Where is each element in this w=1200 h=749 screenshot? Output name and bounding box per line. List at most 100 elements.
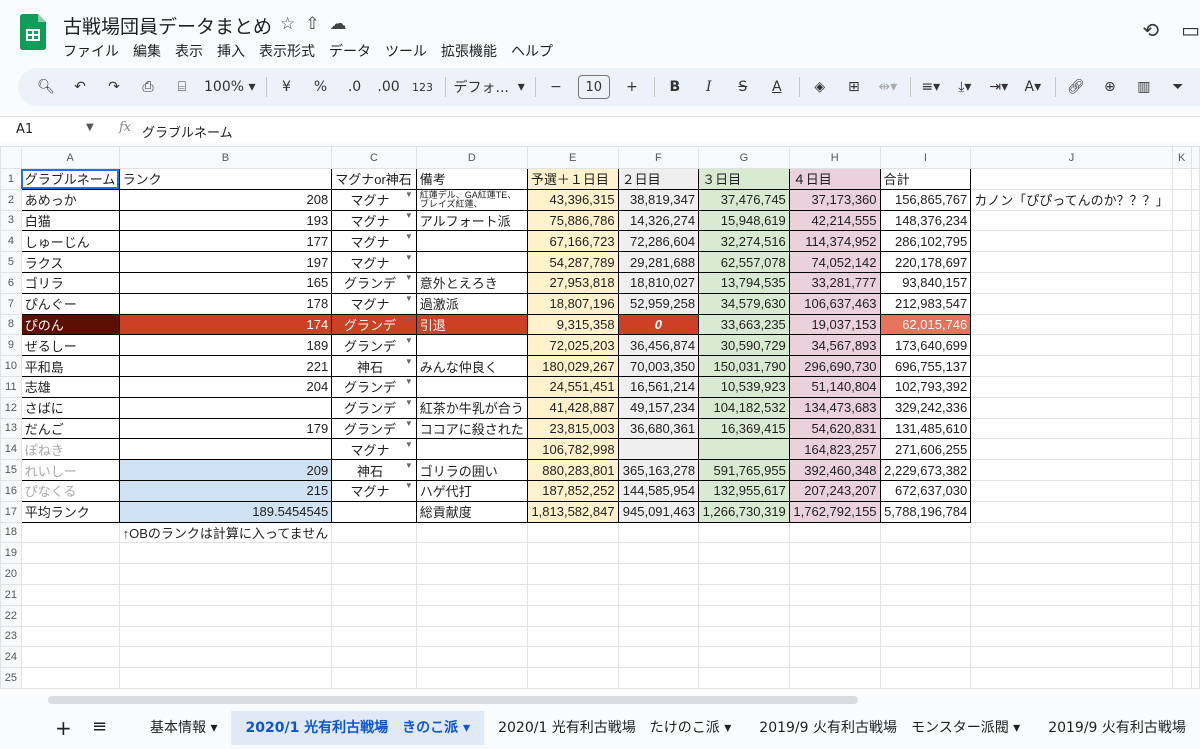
cell-d10[interactable]: みんな仲良く [415,355,528,377]
cell-e9[interactable]: 72,025,203 [526,334,619,357]
print-icon[interactable]: ⎙ [136,73,160,101]
font-select[interactable]: デフォ... ▾ [454,73,525,101]
empty-cell[interactable] [118,563,333,585]
cell-e3[interactable]: 75,886,786 [526,209,619,232]
cell-j8[interactable] [970,313,1173,336]
empty-cell[interactable] [526,604,619,627]
empty-cell[interactable] [970,542,1173,565]
cell-d2[interactable]: 紅蓮デル、GA紅蓮TE、ブレイズ紅蓮、 [415,188,528,211]
cell-g4[interactable]: 32,274,516 [698,230,790,253]
cell-b10[interactable]: 221 [118,355,333,377]
menu-help[interactable]: ヘルプ [511,41,553,61]
cell-d18[interactable] [415,521,528,544]
cell-e6[interactable]: 27,953,818 [526,271,619,294]
cell-i9[interactable]: 173,640,699 [879,334,972,357]
strikethrough-icon[interactable]: S [731,73,755,101]
cell-d16[interactable]: ハゲ代打 [415,479,528,502]
cell-i3[interactable]: 148,376,234 [879,209,972,232]
chip-dropdown-icon[interactable]: ▼ [405,211,413,220]
row-header[interactable]: 25 [0,667,22,689]
decrease-decimal-button[interactable]: .0 [343,73,367,101]
cell-i11[interactable]: 102,793,392 [879,375,972,398]
cell-f9[interactable]: 36,456,874 [617,334,700,357]
cell-f4[interactable]: 72,286,604 [617,230,700,253]
cell-f3[interactable]: 14,326,274 [617,209,700,232]
empty-cell[interactable] [879,604,972,627]
sheet-tab-menu-icon[interactable]: ▾ [206,720,217,736]
empty-cell[interactable] [788,604,881,627]
empty-cell[interactable] [526,542,619,565]
menu-data[interactable]: データ [329,41,371,61]
cell-g8[interactable]: 33,663,235 [698,313,790,336]
cell-b12[interactable] [118,396,333,419]
cell-c2[interactable]: マグナ ▼ [331,188,417,211]
sheet-tab[interactable]: 基本情報 ▾ [136,711,231,745]
row-header[interactable]: 3 [0,209,22,232]
empty-cell[interactable] [1171,646,1192,669]
empty-cell[interactable] [698,542,790,565]
cell-k18[interactable] [1171,521,1192,544]
insert-chart-icon[interactable]: ▥ [1132,73,1156,101]
cell-b7[interactable]: 178 [118,292,333,315]
chip-dropdown-icon[interactable]: ▼ [405,315,413,324]
cell-i13[interactable]: 131,485,610 [879,417,972,440]
cell-c13[interactable]: グランデ ▼ [331,417,417,440]
menu-file[interactable]: ファイル [63,41,119,61]
cell-c15[interactable]: 神石 ▼ [331,459,417,481]
cell-c8[interactable]: グランデ ▼ [331,313,417,336]
column-header-d[interactable]: D [415,146,528,169]
cell-c12[interactable]: グランデ ▼ [331,396,417,419]
row-header[interactable]: 5 [0,251,22,273]
cell-j4[interactable] [970,230,1173,253]
cell-g9[interactable]: 30,590,729 [698,334,790,357]
text-color-icon[interactable]: A [765,73,789,101]
cell-b8[interactable]: 174 [118,313,333,336]
row-header[interactable]: 12 [0,396,22,419]
cell-a13[interactable]: だんご [20,417,120,440]
empty-cell[interactable] [20,646,120,669]
cell-i18[interactable] [879,521,972,544]
cell-g6[interactable]: 13,794,535 [698,271,790,294]
empty-cell[interactable] [1171,667,1192,689]
row-header[interactable]: 23 [0,625,22,648]
empty-cell[interactable] [617,667,700,689]
cell-d13[interactable]: ココアに殺された [415,417,528,440]
cell-g15[interactable]: 591,765,955 [698,459,790,481]
cell-e17[interactable]: 1,813,582,847 [526,500,619,523]
horizontal-scrollbar[interactable] [48,696,858,704]
row-header[interactable]: 17 [0,500,22,523]
empty-cell[interactable] [879,542,972,565]
cell-h15[interactable]: 392,460,348 [788,459,881,481]
empty-cell[interactable] [415,563,528,585]
empty-cell[interactable] [331,646,417,669]
cell-f10[interactable]: 70,003,350 [617,355,700,377]
star-icon[interactable]: ☆ [280,14,295,34]
cell-i10[interactable]: 696,755,137 [879,355,972,377]
cell-e5[interactable]: 54,287,789 [526,251,619,273]
column-header-b[interactable]: B [118,146,333,169]
document-title[interactable]: 古戦場団員データまとめ [63,12,272,39]
redo-icon[interactable]: ↷ [102,73,126,101]
cell-c16[interactable]: マグナ ▼ [331,479,417,502]
text-rotation-icon[interactable]: A▾ [1021,73,1045,101]
empty-cell[interactable] [788,563,881,585]
row-header[interactable]: 16 [0,479,22,502]
vertical-align-icon[interactable]: ⤓▾ [953,73,977,101]
all-sheets-icon[interactable]: ≡ [92,716,107,737]
row-header[interactable]: 22 [0,604,22,627]
cell-a10[interactable]: 平和島 [20,355,120,377]
merge-cells-icon[interactable]: ⇹▾ [876,73,900,101]
cell-a12[interactable]: さばに [20,396,120,419]
cell-f6[interactable]: 18,810,027 [617,271,700,294]
cell-e16[interactable]: 187,852,252 [526,479,619,502]
cell-j7[interactable] [970,292,1173,315]
cell-c18[interactable] [331,521,417,544]
empty-cell[interactable] [1190,583,1200,606]
empty-cell[interactable] [415,625,528,648]
empty-cell[interactable] [617,604,700,627]
cell-d9[interactable] [415,334,528,357]
empty-cell[interactable] [526,583,619,606]
cell-a7[interactable]: ぴんぐー [20,292,120,315]
empty-cell[interactable] [788,583,881,606]
cell-d7[interactable]: 過激派 [415,292,528,315]
